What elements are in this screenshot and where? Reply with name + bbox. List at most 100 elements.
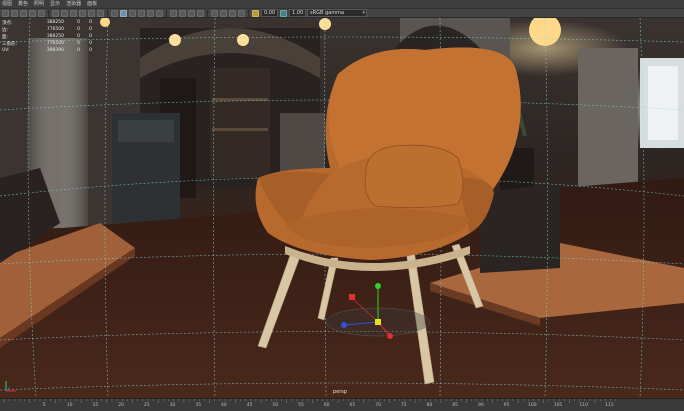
ceiling-lamp: [169, 34, 181, 46]
x-axis-icon[interactable]: [387, 333, 393, 339]
hud-value: 0: [89, 20, 92, 25]
hud-value: 388250: [46, 34, 64, 39]
hud-value: 0: [77, 20, 80, 25]
hud-value: 0: [89, 34, 92, 39]
view-transform-select[interactable]: sRGB gamma ▾: [307, 9, 367, 17]
depth-of-field-icon[interactable]: [197, 9, 204, 17]
hud-row: 边: 776500 0 0: [2, 26, 92, 33]
timeline-tick-label: 70: [375, 403, 381, 408]
bookmark-icon[interactable]: [29, 9, 36, 17]
toolbar-divider: [207, 9, 208, 17]
timeline-tick-label: 100: [528, 403, 537, 408]
menu-view[interactable]: 视图: [2, 0, 12, 8]
exposure-field[interactable]: 0.00: [261, 9, 279, 17]
backface-culling-icon[interactable]: [238, 9, 245, 17]
camera-name-label: persp: [333, 389, 348, 395]
hud-value: 398390: [46, 48, 64, 53]
hud-row: 三角形: 776500 0 0: [2, 40, 92, 47]
3d-viewport[interactable]: 顶点: 388250 0 0 边: 776500 0 0 面: 388250 0 0 三角形: 77650…: [0, 18, 684, 398]
hud-label: UV:: [2, 48, 10, 53]
timeline-tick-label: 80: [426, 403, 433, 408]
y-axis-icon[interactable]: [375, 283, 381, 289]
resolution-gate-icon[interactable]: [70, 9, 77, 17]
hud-row: UV: 398390 0 0: [2, 47, 92, 54]
timeline-tick-label: 65: [349, 403, 356, 408]
hud-value: 0: [77, 34, 80, 39]
isolate-select-icon[interactable]: [211, 9, 218, 17]
textured-icon[interactable]: [138, 9, 145, 17]
window-pane: [648, 66, 678, 140]
hud-value: 388250: [46, 20, 64, 25]
exposure-icon[interactable]: [252, 9, 259, 17]
hud-value: 776500: [46, 27, 64, 32]
hud-row: 顶点: 388250 0 0: [2, 19, 92, 26]
viewport-menu-bar: 视图 着色 照明 显示 渲染器 面板: [0, 0, 684, 8]
ambient-occlusion-icon[interactable]: [170, 9, 177, 17]
view-axis-icon: [5, 381, 16, 392]
wireframe-icon[interactable]: [111, 9, 118, 17]
motion-blur-icon[interactable]: [179, 9, 186, 17]
hud-value: 0: [89, 48, 92, 53]
grid-icon[interactable]: [52, 9, 59, 17]
select-camera-icon[interactable]: [2, 9, 9, 17]
viewport-scene: [0, 18, 684, 398]
menu-show[interactable]: 显示: [50, 0, 60, 8]
xray-joints-icon[interactable]: [229, 9, 236, 17]
hud-label: 边:: [2, 27, 9, 33]
shadows-icon[interactable]: [156, 9, 163, 17]
menu-panels[interactable]: 面板: [87, 0, 97, 8]
timeline-tick-label: 110: [579, 403, 588, 408]
menu-renderer[interactable]: 渲染器: [66, 0, 81, 8]
poly-count-hud: 顶点: 388250 0 0 边: 776500 0 0 面: 388250 0 0 三角形: 77650…: [2, 19, 92, 54]
maya-window: 视图 着色 照明 显示 渲染器 面板 0.00 1.00 sRGB gamma …: [0, 0, 684, 411]
hud-value: 0: [89, 41, 92, 46]
chair-pillow: [364, 144, 464, 208]
menu-shading[interactable]: 着色: [18, 0, 28, 8]
field-chart-icon[interactable]: [88, 9, 95, 17]
hud-value: 0: [89, 27, 92, 32]
timeline-tick-label: 30: [169, 403, 176, 408]
camera-attributes-icon[interactable]: [20, 9, 27, 17]
hud-label: 三角形:: [2, 41, 18, 47]
timeline-tick-label: 35: [195, 403, 202, 408]
safe-action-icon[interactable]: [97, 9, 104, 17]
timeline-tick-label: 75: [400, 403, 407, 408]
hud-value: 0: [77, 27, 80, 32]
xray-icon[interactable]: [220, 9, 227, 17]
display-rack: [280, 113, 325, 173]
anti-aliasing-icon[interactable]: [188, 9, 195, 17]
center-handle-icon[interactable]: [375, 319, 381, 325]
timeline-tick-label: 55: [298, 403, 304, 408]
shelf: [212, 98, 268, 101]
gate-mask-icon[interactable]: [79, 9, 86, 17]
pivot-handle-icon[interactable]: [349, 294, 355, 300]
chevron-down-icon: ▾: [362, 10, 365, 16]
shelf: [212, 128, 268, 131]
timeline-tick-label: 20: [118, 403, 124, 408]
smooth-shade-icon[interactable]: [120, 9, 127, 17]
timeline-tick-label: 15: [92, 403, 99, 408]
hud-row: 面: 388250 0 0: [2, 33, 92, 40]
timeline-tick-label: 60: [323, 403, 330, 408]
hud-label: 顶点:: [2, 20, 13, 26]
menu-lighting[interactable]: 照明: [34, 0, 44, 8]
timeline-tick-label: 25: [143, 403, 150, 408]
image-plane-icon[interactable]: [38, 9, 45, 17]
lock-camera-icon[interactable]: [11, 9, 18, 17]
use-all-lights-icon[interactable]: [147, 9, 154, 17]
z-axis-icon[interactable]: [341, 322, 347, 328]
hud-value: 0: [77, 41, 80, 46]
view-transform-value: sRGB gamma: [310, 10, 345, 16]
gamma-field[interactable]: 1.00: [289, 9, 307, 17]
ceiling-lamp: [237, 34, 249, 46]
gamma-icon[interactable]: [280, 9, 288, 17]
timeline-tick-label: 105: [553, 403, 563, 408]
wireframe-on-shaded-icon[interactable]: [129, 9, 136, 17]
hud-label: 面:: [2, 34, 9, 40]
time-slider[interactable]: 5 10 15 20 25 30 35 40 45 50 55 60 65 70 75 80 85 90 95 100…: [0, 398, 684, 411]
film-gate-icon[interactable]: [61, 9, 68, 17]
hud-value: 776500: [46, 41, 64, 46]
toolbar-divider: [107, 9, 108, 17]
shelf-unit: [210, 68, 270, 178]
timeline-tick-label: 85: [452, 403, 459, 408]
